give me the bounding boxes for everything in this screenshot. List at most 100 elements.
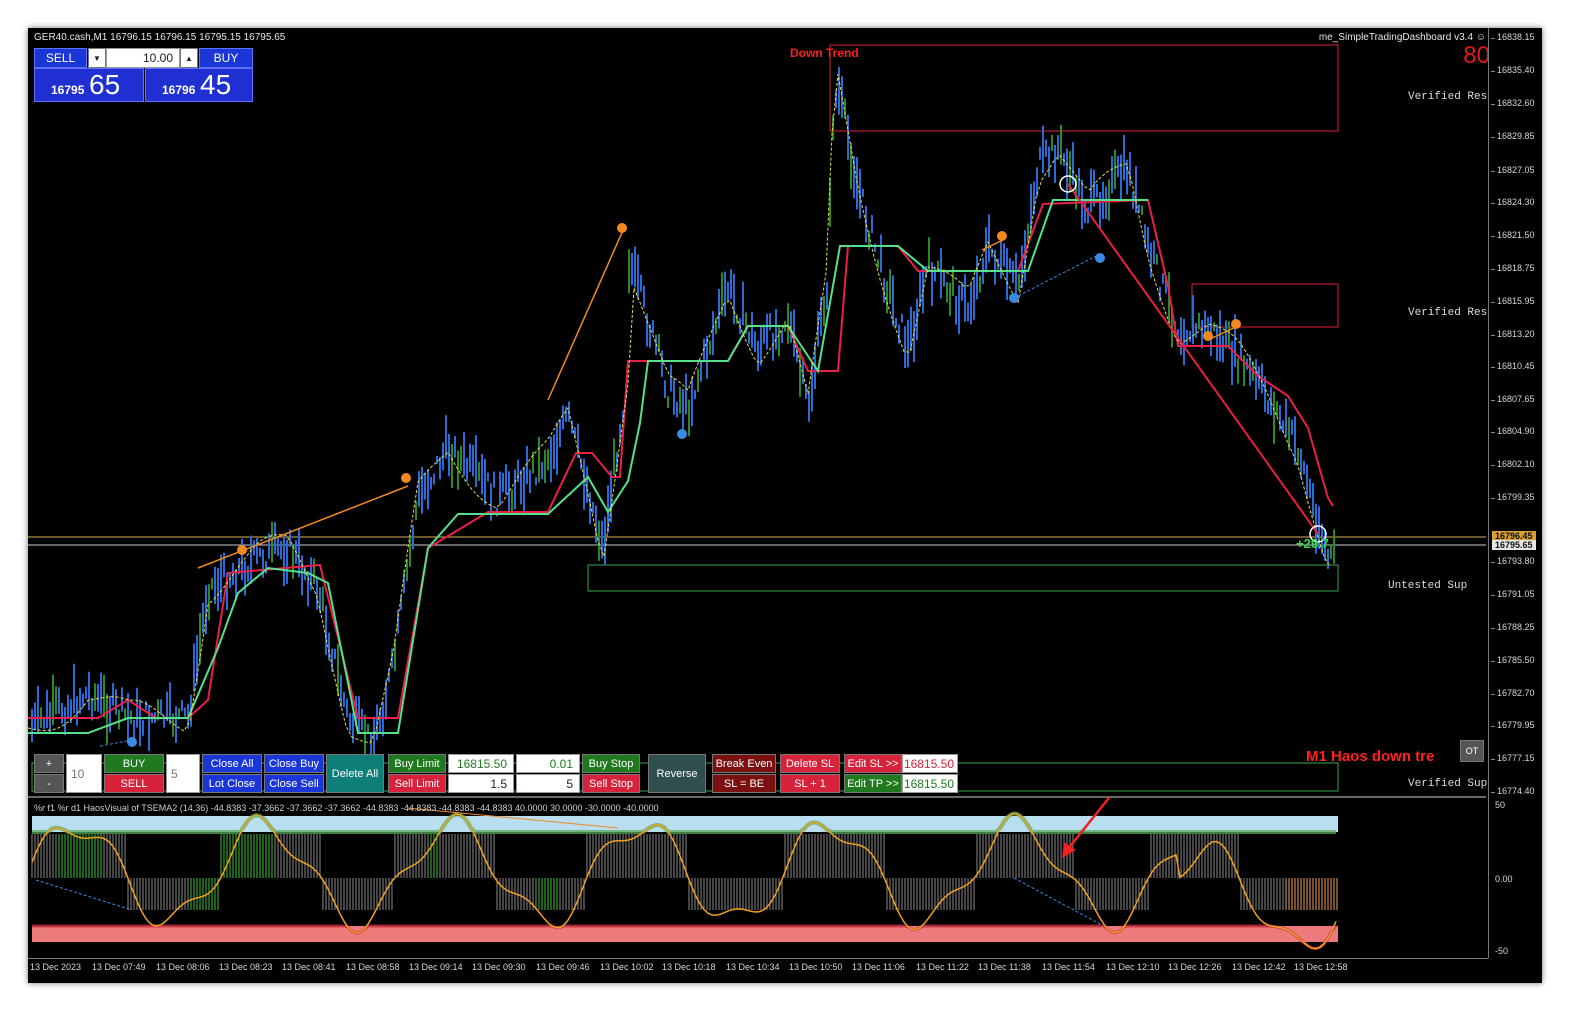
dashboard-title: me_SimpleTradingDashboard v3.4 ☺ [1318, 32, 1486, 43]
price-axis-label: 16815.95 [1491, 296, 1535, 306]
price-axis-label: 16793.80 [1491, 556, 1535, 566]
edit-sl-button[interactable]: Edit SL >> [844, 754, 902, 773]
time-axis-label: 13 Dec 10:18 [662, 962, 716, 972]
red-arrow-head [1062, 842, 1076, 858]
fractal-up-icon [617, 223, 627, 233]
delete-sl-button[interactable]: Delete SL [780, 754, 840, 773]
price-axis-label: 16807.65 [1491, 394, 1535, 404]
down-trend-line [1067, 183, 1319, 535]
close-all-button[interactable]: Close All [202, 754, 262, 773]
lot-close-button[interactable]: Lot Close [202, 774, 262, 793]
chart-window: GER40.cash,M1 16796.15 16796.15 16795.15… [28, 28, 1542, 983]
time-axis-label: 13 Dec 09:46 [536, 962, 590, 972]
edit-tp-button[interactable]: Edit TP >> [844, 774, 902, 793]
bid-quote-button[interactable]: 16795 65 [34, 68, 144, 102]
bid-small: 16795 [51, 83, 85, 97]
sell-limit-button[interactable]: Sell Limit [388, 774, 446, 793]
buy-button[interactable]: BUY [104, 754, 164, 773]
time-axis-label: 13 Dec 08:41 [282, 962, 336, 972]
price-axis-label: 16779.95 [1491, 720, 1535, 730]
time-axis-label: 13 Dec 10:50 [789, 962, 843, 972]
resistance-zone-mid [1191, 283, 1339, 328]
time-axis-label: 13 Dec 12:58 [1294, 962, 1348, 972]
price-axis-label: 16824.30 [1491, 197, 1535, 207]
price-axis-label: 16802.10 [1491, 459, 1535, 469]
ind-axis-label: -50 [1495, 946, 1509, 956]
resistance-zone-top [829, 44, 1339, 132]
time-axis-label: 13 Dec 12:26 [1168, 962, 1222, 972]
buy-stop-button[interactable]: Buy Stop [582, 754, 640, 773]
bid-big: 65 [89, 69, 121, 100]
sell-header-button[interactable]: SELL [34, 48, 87, 68]
fractal-up-icon [401, 473, 411, 483]
ind-axis-label: 0.00 [1495, 874, 1513, 884]
sell-button[interactable]: SELL [104, 774, 164, 793]
lot-up-arrow[interactable]: ▲ [180, 48, 198, 68]
time-axis-label: 13 Dec 12:42 [1232, 962, 1286, 972]
sl-value-input[interactable]: 16815.50 [902, 754, 958, 773]
indicator-chart[interactable] [28, 798, 1486, 958]
time-axis-border [28, 958, 1488, 959]
price-axis-label: 16829.85 [1491, 131, 1535, 141]
down-trend-label: Down Trend [790, 46, 859, 60]
fractal-down-icon [127, 737, 137, 747]
buy-header-button[interactable]: BUY [199, 48, 253, 68]
limit-price-input[interactable]: 16815.50 [448, 754, 514, 773]
time-axis-label: 13 Dec 2023 [30, 962, 82, 972]
price-axis-label: 16835.40 [1491, 65, 1535, 75]
price-axis-label: 16832.60 [1491, 98, 1535, 108]
sl-be-button[interactable]: SL = BE [712, 774, 776, 793]
close-lot-input[interactable]: 5 [166, 754, 200, 793]
price-chart[interactable] [28, 28, 1486, 798]
fractal-down-icon [1009, 293, 1019, 303]
price-axis-label: 16838.15 [1491, 32, 1535, 42]
break-even-button[interactable]: Break Even [712, 754, 776, 773]
close-buy-button[interactable]: Close Buy [264, 754, 324, 773]
profit-tag: +29.7 [1296, 536, 1329, 551]
time-axis-label: 13 Dec 08:58 [346, 962, 400, 972]
price-axis-label: 16782.70 [1491, 688, 1535, 698]
one-click-toggle[interactable]: OT [1460, 740, 1484, 762]
order-lot-input[interactable]: 0.01 [516, 754, 580, 773]
blue-divergence [35, 879, 133, 911]
delete-all-button[interactable]: Delete All [326, 754, 384, 793]
price-axis-label: 16785.50 [1491, 655, 1535, 665]
lot-increase-button[interactable]: + [34, 754, 64, 773]
price-axis-label: 16813.20 [1491, 329, 1535, 339]
price-axis-label: 16804.90 [1491, 426, 1535, 436]
lot-input[interactable]: 10.00 [106, 48, 180, 68]
lot-down-arrow[interactable]: ▼ [88, 48, 106, 68]
lot-multiplier-input[interactable]: 10 [66, 754, 102, 793]
candlestick-series [31, 66, 1335, 779]
ask-quote-button[interactable]: 16796 45 [145, 68, 253, 102]
time-axis-label: 13 Dec 08:06 [156, 962, 210, 972]
price-axis-label: 16774.40 [1491, 786, 1535, 796]
reverse-button[interactable]: Reverse [648, 754, 706, 793]
price-axis-label: 16810.45 [1491, 361, 1535, 371]
time-axis-label: 13 Dec 11:06 [852, 962, 905, 972]
time-axis-label: 13 Dec 11:22 [916, 962, 969, 972]
sl-plus-one-button[interactable]: SL + 1 [780, 774, 840, 793]
close-sell-button[interactable]: Close Sell [264, 774, 324, 793]
symbol-info: GER40.cash,M1 16796.15 16796.15 16795.15… [34, 32, 286, 43]
fractal-markers [127, 223, 1241, 747]
indicator-axis: 50 0.00 -50 [1488, 798, 1542, 958]
oversold-band [32, 926, 1338, 942]
haos-label: M1 Haos down tre [1306, 748, 1435, 765]
time-axis-label: 13 Dec 11:38 [978, 962, 1031, 972]
buy-limit-button[interactable]: Buy Limit [388, 754, 446, 773]
order-count-input[interactable]: 5 [516, 774, 580, 793]
tp-value-input[interactable]: 16815.50 [902, 774, 958, 793]
time-axis-label: 13 Dec 11:54 [1042, 962, 1095, 972]
fractal-up-icon [237, 545, 247, 555]
lot-decrease-button[interactable]: - [34, 774, 64, 793]
sell-stop-button[interactable]: Sell Stop [582, 774, 640, 793]
time-axis-label: 13 Dec 08:23 [219, 962, 273, 972]
limit-distance-input[interactable]: 1.5 [448, 774, 514, 793]
ind-axis-label: 50 [1495, 800, 1506, 810]
price-axis: 16838.15 16835.40 16832.60 16829.85 16827.05… [1488, 28, 1542, 798]
price-axis-label: 16788.25 [1491, 622, 1535, 632]
time-axis-label: 13 Dec 10:34 [726, 962, 780, 972]
blue-divergence [1013, 877, 1101, 925]
price-axis-label: 16791.05 [1491, 589, 1535, 599]
